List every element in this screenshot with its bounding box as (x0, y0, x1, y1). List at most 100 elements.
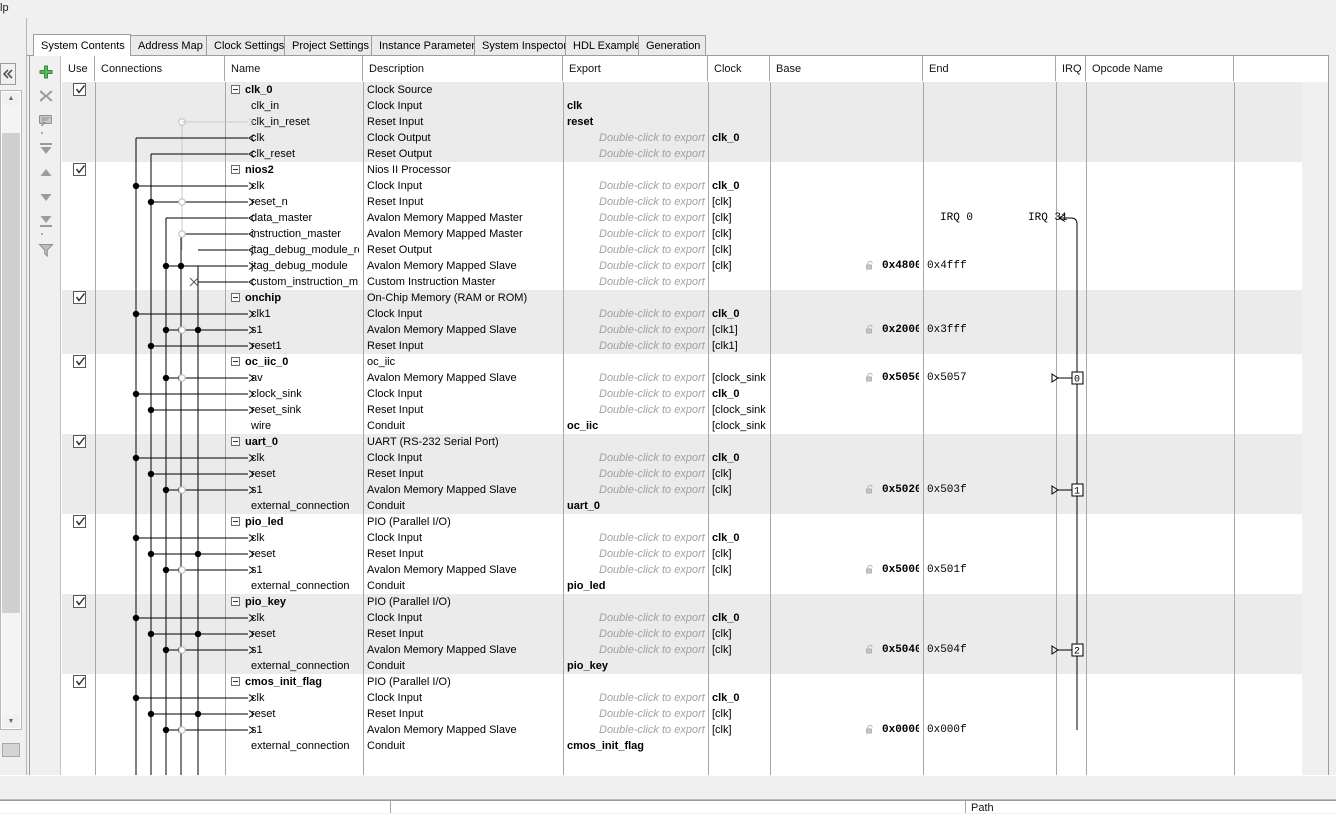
export-placeholder[interactable]: Double-click to export (599, 146, 736, 162)
signal-row[interactable]: clk1 Clock Input Double-click to export clk… (62, 306, 1328, 322)
clock-value[interactable]: [clock_sink] (712, 402, 766, 418)
signal-row[interactable]: reset_n Reset Input Double-click to export… (62, 194, 1328, 210)
base-address[interactable]: 0x5020 (882, 482, 919, 498)
left-panel-footer-button[interactable] (2, 743, 20, 757)
signal-row[interactable]: custom_instruction_m... Custom Instructio… (62, 274, 1328, 290)
signal-row[interactable]: external_connection Conduit pio_led (62, 578, 1328, 594)
signal-row[interactable]: external_connection Conduit pio_key (62, 658, 1328, 674)
add-icon[interactable] (35, 61, 57, 83)
export-name[interactable]: pio_key (567, 658, 704, 674)
clock-value[interactable]: [clk] (712, 546, 766, 562)
signal-row[interactable]: s1 Avalon Memory Mapped Slave Double-click… (62, 482, 1328, 498)
clock-value[interactable]: [clk] (712, 466, 766, 482)
move-to-bottom-icon[interactable] (35, 210, 57, 232)
clock-value[interactable]: [clk] (712, 226, 766, 242)
clock-value[interactable]: clk_0 (712, 306, 766, 322)
signal-row[interactable]: clk Clock Output Double-click to export clk… (62, 130, 1328, 146)
export-placeholder[interactable]: Double-click to export (599, 274, 736, 290)
module-row[interactable]: nios2 Nios II Processor (62, 162, 1328, 178)
unlock-icon[interactable] (866, 644, 874, 654)
base-address[interactable]: 0x4800 (882, 258, 919, 274)
clock-value[interactable]: [clk] (712, 210, 766, 226)
export-name[interactable]: uart_0 (567, 498, 704, 514)
left-scrollbar-thumb[interactable] (2, 133, 20, 613)
clock-value[interactable]: clk_0 (712, 178, 766, 194)
column-header-clock[interactable]: Clock (708, 56, 770, 81)
signal-row[interactable]: clk Clock Input Double-click to export clk_… (62, 178, 1328, 194)
clock-value[interactable]: clk_0 (712, 610, 766, 626)
unlock-icon[interactable] (866, 260, 874, 270)
clock-value[interactable]: clk_0 (712, 690, 766, 706)
column-header-connections[interactable]: Connections (95, 56, 225, 81)
signal-row[interactable]: reset Reset Input Double-click to export [c… (62, 706, 1328, 722)
base-address[interactable]: 0x2000 (882, 322, 919, 338)
signal-row[interactable]: av Avalon Memory Mapped Slave Double-click… (62, 370, 1328, 386)
tab-hdl-example[interactable]: HDL Example (565, 35, 640, 55)
signal-row[interactable]: reset1 Reset Input Double-click to export[… (62, 338, 1328, 354)
column-header-opcode[interactable]: Opcode Name (1086, 56, 1234, 81)
clock-value[interactable]: clk_0 (712, 530, 766, 546)
unlock-icon[interactable] (866, 564, 874, 574)
collapse-expander[interactable] (231, 677, 240, 686)
tab-clock-settings[interactable]: Clock Settings (206, 35, 285, 55)
move-up-icon[interactable] (35, 162, 57, 184)
clock-value[interactable]: [clk] (712, 258, 766, 274)
signal-row[interactable]: jtag_debug_module_re...Reset OutputDoubl… (62, 242, 1328, 258)
clock-value[interactable]: [clk] (712, 562, 766, 578)
module-row[interactable]: pio_led PIO (Parallel I/O) (62, 514, 1328, 530)
column-header-use[interactable]: Use (62, 56, 95, 81)
filter-icon[interactable] (35, 239, 57, 261)
tab-system-inspector[interactable]: System Inspector (474, 35, 567, 55)
export-name[interactable]: oc_iic (567, 418, 704, 434)
clock-value[interactable]: [clk] (712, 642, 766, 658)
signal-row[interactable]: reset_sink Reset Input Double-click to exp… (62, 402, 1328, 418)
column-header-export[interactable]: Export (563, 56, 708, 81)
use-checkbox[interactable] (73, 435, 86, 448)
column-header-description[interactable]: Description (363, 56, 563, 81)
module-row[interactable]: clk_0 Clock Source (62, 82, 1328, 98)
signal-row[interactable]: s1 Avalon Memory Mapped Slave Double-click… (62, 722, 1328, 738)
move-down-icon[interactable] (35, 186, 57, 208)
export-name[interactable]: reset (567, 114, 704, 130)
clock-value[interactable]: [clock_sink] (712, 418, 766, 434)
signal-row[interactable]: clk_reset Reset Output Double-click to exp… (62, 146, 1328, 162)
module-row[interactable]: uart_0 UART (RS-232 Serial Port) (62, 434, 1328, 450)
collapse-expander[interactable] (231, 293, 240, 302)
collapse-expander[interactable] (231, 517, 240, 526)
signal-row[interactable]: clock_sink Clock Input Double-click to exp… (62, 386, 1328, 402)
signal-row[interactable]: reset Reset Input Double-click to export [c… (62, 466, 1328, 482)
clock-value[interactable]: clk_0 (712, 386, 766, 402)
column-header-base[interactable]: Base (770, 56, 923, 81)
signal-row[interactable]: clk Clock Input Double-click to export clk_… (62, 690, 1328, 706)
signal-row[interactable]: reset Reset Input Double-click to export [c… (62, 546, 1328, 562)
use-checkbox[interactable] (73, 515, 86, 528)
signal-row[interactable]: clk Clock Input Double-click to export clk_… (62, 610, 1328, 626)
use-checkbox[interactable] (73, 675, 86, 688)
scroll-down-icon[interactable]: ▼ (2, 715, 20, 728)
unlock-icon[interactable] (866, 372, 874, 382)
clock-value[interactable]: [clk1] (712, 322, 766, 338)
column-header-irq[interactable]: IRQ (1056, 56, 1086, 81)
signal-row[interactable]: s1 Avalon Memory Mapped Slave Double-click… (62, 322, 1328, 338)
export-name[interactable]: clk (567, 98, 704, 114)
collapse-expander[interactable] (231, 597, 240, 606)
clock-value[interactable]: [clk] (712, 722, 766, 738)
base-address[interactable]: 0x5000 (882, 562, 919, 578)
scroll-up-icon[interactable]: ▲ (2, 92, 20, 105)
module-row[interactable]: onchip On-Chip Memory (RAM or ROM) (62, 290, 1328, 306)
use-checkbox[interactable] (73, 595, 86, 608)
remove-icon[interactable] (35, 85, 57, 107)
use-checkbox[interactable] (73, 291, 86, 304)
use-checkbox[interactable] (73, 355, 86, 368)
clock-value[interactable]: clk_0 (712, 450, 766, 466)
tab-system-contents[interactable]: System Contents (33, 34, 131, 56)
signal-row[interactable]: reset Reset Input Double-click to export [c… (62, 626, 1328, 642)
collapse-panel-button[interactable] (0, 63, 16, 85)
module-row[interactable]: oc_iic_0 oc_iic (62, 354, 1328, 370)
signal-row[interactable]: clk_in_reset Reset Input reset (62, 114, 1328, 130)
clock-value[interactable]: [clk] (712, 626, 766, 642)
collapse-expander[interactable] (231, 357, 240, 366)
collapse-expander[interactable] (231, 165, 240, 174)
signal-row[interactable]: clk Clock Input Double-click to export clk_… (62, 450, 1328, 466)
signal-row[interactable]: instruction_master Avalon Memory Mapped M… (62, 226, 1328, 242)
